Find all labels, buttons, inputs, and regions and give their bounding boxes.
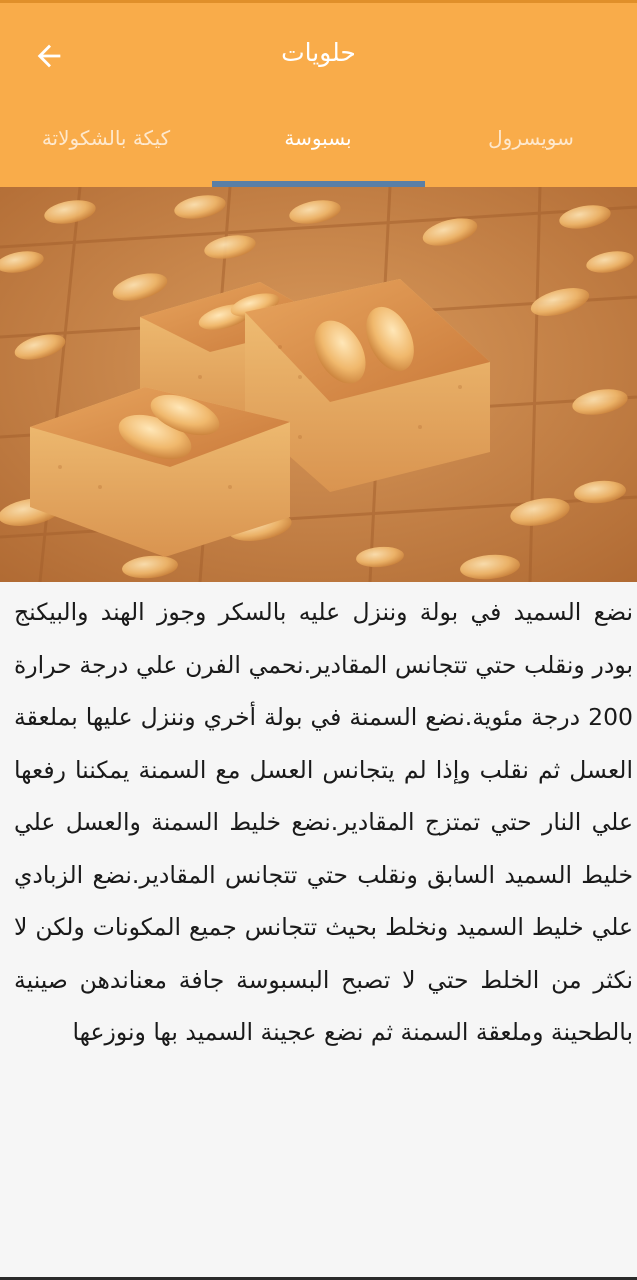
recipe-text: نضع السميد في بولة وننزل عليه بالسكر وجو… xyxy=(14,598,633,1046)
tab-basbousa[interactable]: بسبوسة xyxy=(212,110,424,187)
basbousa-photo xyxy=(0,187,637,582)
tab-chocolate-cake[interactable]: كيكة بالشكولاتة xyxy=(0,110,212,187)
category-tabs: سويسرول بسبوسة كيكة بالشكولاتة xyxy=(0,110,637,187)
tab-swiss-roll[interactable]: سويسرول xyxy=(425,110,637,187)
hero-image xyxy=(0,187,637,582)
page-title: حلويات xyxy=(281,38,356,67)
